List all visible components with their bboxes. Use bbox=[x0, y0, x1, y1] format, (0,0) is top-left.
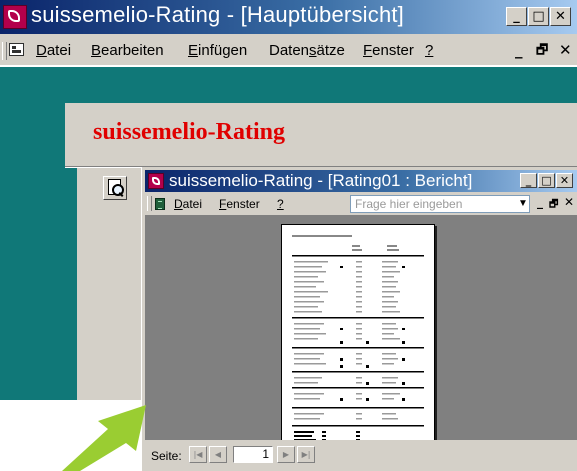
main-window-title: suissemelio-Rating - [Hauptübersicht] bbox=[31, 2, 404, 27]
report-maximize-button[interactable]: □ bbox=[538, 173, 555, 188]
report-menu-help[interactable]: ? bbox=[277, 196, 284, 212]
close-button[interactable]: ✕ bbox=[550, 7, 571, 26]
mdi-close-button[interactable]: ✕ bbox=[559, 41, 572, 59]
report-page-content bbox=[292, 235, 424, 454]
form-icon[interactable] bbox=[9, 43, 24, 56]
help-search-input[interactable]: Frage hier eingeben bbox=[350, 195, 530, 213]
page-number-input[interactable]: 1 bbox=[233, 446, 273, 463]
first-page-button[interactable]: |◀ bbox=[189, 446, 207, 463]
report-page-thumbnail[interactable] bbox=[281, 224, 435, 462]
report-menu-grip[interactable] bbox=[147, 196, 152, 211]
report-mdi-minimize[interactable]: _ bbox=[537, 195, 543, 209]
previous-page-button[interactable]: ◀ bbox=[209, 446, 227, 463]
report-menu-datei[interactable]: Datei bbox=[174, 196, 202, 212]
menu-grip[interactable] bbox=[2, 42, 7, 60]
green-arrow bbox=[62, 405, 146, 471]
report-preview-area[interactable] bbox=[145, 215, 577, 462]
main-title-bar: suissemelio-Rating - [Hauptübersicht] _ … bbox=[0, 0, 577, 34]
menu-bearbeiten[interactable]: Bearbeiten bbox=[91, 42, 164, 60]
form-heading: suissemelio-Rating bbox=[93, 119, 285, 145]
report-window-title: suissemelio-Rating - [Rating01 : Bericht… bbox=[169, 171, 473, 190]
main-menu-bar: Datei Bearbeiten Einfügen Datensätze Fen… bbox=[0, 34, 577, 66]
report-minimize-button[interactable]: _ bbox=[520, 173, 537, 188]
report-mdi-close[interactable]: ✕ bbox=[564, 195, 574, 209]
report-icon[interactable] bbox=[155, 198, 165, 210]
report-menu-fenster[interactable]: Fenster bbox=[219, 196, 260, 212]
record-navigation-bar: Seite: |◀ ◀ 1 ▶ ▶| bbox=[145, 440, 577, 471]
mdi-restore-button[interactable]: 🗗 bbox=[536, 41, 548, 63]
menu-help[interactable]: ? bbox=[425, 42, 433, 60]
menu-fenster[interactable]: Fenster bbox=[363, 42, 414, 60]
access-app-icon bbox=[3, 5, 27, 29]
next-page-button[interactable]: ▶ bbox=[277, 446, 295, 463]
report-close-button[interactable]: ✕ bbox=[556, 173, 573, 188]
report-title-bar: suissemelio-Rating - [Rating01 : Bericht… bbox=[145, 170, 577, 192]
print-preview-button[interactable] bbox=[103, 176, 127, 200]
menu-datensaetze[interactable]: Datensätze bbox=[269, 42, 345, 60]
form-header-panel: suissemelio-Rating bbox=[65, 103, 577, 166]
form-button-strip bbox=[77, 168, 141, 400]
report-menu-bar: Datei Fenster ? Frage hier eingeben ▼ _ … bbox=[145, 193, 577, 215]
maximize-button[interactable]: □ bbox=[528, 7, 549, 26]
dropdown-arrow-icon[interactable]: ▼ bbox=[518, 198, 528, 209]
menu-einfuegen[interactable]: Einfügen bbox=[188, 42, 247, 60]
menu-datei[interactable]: Datei bbox=[36, 42, 71, 60]
minimize-button[interactable]: _ bbox=[506, 7, 527, 26]
last-page-button[interactable]: ▶| bbox=[297, 446, 315, 463]
report-app-icon bbox=[148, 173, 164, 189]
report-mdi-restore[interactable]: 🗗 bbox=[549, 197, 558, 214]
mdi-minimize-button[interactable]: _ bbox=[515, 41, 523, 59]
